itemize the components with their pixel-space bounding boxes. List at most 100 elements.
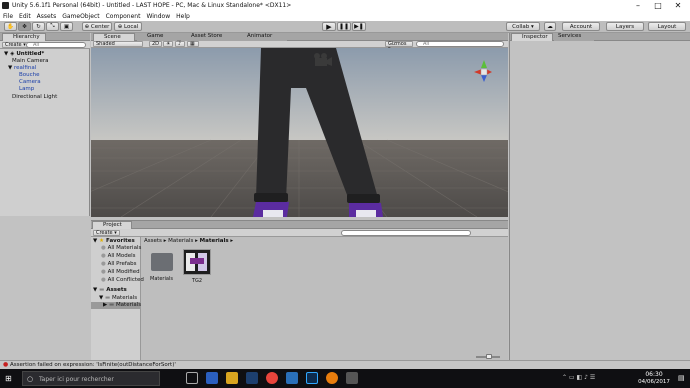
tg2-texture-thumbnail[interactable] — [183, 249, 211, 275]
minimize-button[interactable]: – — [628, 0, 648, 11]
scene-view[interactable] — [91, 48, 508, 217]
menu-file[interactable]: File — [3, 13, 13, 20]
task-view-icon[interactable] — [186, 372, 198, 384]
audio-toggle[interactable]: ♪ — [175, 41, 185, 47]
hierarchy-item-bouche[interactable]: Bouche — [19, 72, 40, 78]
pause-button[interactable]: ❚❚ — [337, 22, 351, 31]
hierarchy-item-realfinal[interactable]: ▼ realfinal — [8, 65, 36, 71]
menu-edit[interactable]: Edit — [19, 13, 31, 20]
effects-toggle[interactable]: ▦ — [187, 41, 199, 47]
taskbar-date[interactable]: 04/06/2017 — [636, 379, 672, 385]
blender-icon[interactable] — [326, 372, 338, 384]
windows-start-icon[interactable]: ⊞ — [5, 374, 12, 383]
project-create-button[interactable]: Create ▾ — [93, 230, 120, 236]
maximize-button[interactable]: □ — [648, 0, 668, 11]
layout-button[interactable]: Layout — [648, 22, 686, 31]
account-button[interactable]: Account — [562, 22, 600, 31]
hierarchy-create-button[interactable]: Create ▾ — [2, 42, 29, 48]
ground-plane — [91, 140, 508, 217]
taskbar-time[interactable]: 06:30 — [640, 371, 668, 378]
project-search-input[interactable] — [341, 230, 471, 236]
menu-window[interactable]: Window — [146, 13, 170, 20]
tree-folder-materials-selected[interactable]: ▶ ▬ Materials — [91, 302, 141, 309]
main-toolbar: ✋ ✥ ↻ ⤡ ▣ ⊕ Center ⊕ Local ▶ ❚❚ ▶❚ Colla… — [0, 21, 690, 33]
project-toolbar: Create ▾ — [91, 229, 508, 237]
collab-button[interactable]: Collab ▾ — [506, 22, 540, 31]
favorite-all-conflicted[interactable]: ● All Conflicted — [101, 277, 144, 283]
menu-assets[interactable]: Assets — [37, 13, 57, 20]
scene-search-input[interactable]: All — [416, 41, 504, 47]
taskbar-search-input[interactable]: ○ Taper ici pour rechercher — [22, 371, 160, 386]
scene-root[interactable]: ▼ ◈ Untitled* — [4, 51, 44, 57]
tab-project[interactable]: Project — [92, 221, 132, 229]
unity-icon[interactable] — [346, 372, 358, 384]
hierarchy-item-directional-light[interactable]: Directional Light — [12, 94, 57, 100]
shading-mode-dropdown[interactable]: Shaded — [93, 41, 143, 47]
tab-animator[interactable]: Animator — [237, 33, 287, 41]
sun-icon: ☀ — [166, 41, 171, 47]
unity-logo-icon — [2, 2, 9, 9]
photoshop-icon[interactable] — [306, 372, 318, 384]
favorite-label: All Prefabs — [107, 261, 137, 267]
hierarchy-item-lamp[interactable]: Lamp — [19, 86, 34, 92]
favorites-label: Favorites — [106, 238, 135, 244]
cloud-button[interactable]: ☁ — [544, 22, 556, 31]
hierarchy-panel: Hierarchy Create ▾ All ▼ ◈ Untitled* Mai… — [0, 33, 90, 216]
breadcrumb-current[interactable]: Materials — [200, 238, 229, 244]
tab-inspector[interactable]: Inspector — [511, 33, 553, 41]
favorite-all-materials[interactable]: ● All Materials — [101, 245, 141, 251]
store-icon[interactable] — [286, 372, 298, 384]
tree-folder-materials[interactable]: ▼ ▬ Materials — [99, 295, 137, 301]
tab-hierarchy[interactable]: Hierarchy — [2, 33, 46, 41]
breadcrumb-assets[interactable]: Assets — [144, 238, 162, 244]
move-tool-button[interactable]: ✥ — [18, 22, 31, 31]
favorites-header[interactable]: ▼ ★ Favorites — [93, 238, 135, 244]
close-button[interactable]: ✕ — [668, 0, 688, 11]
play-icon: ▶ — [326, 22, 332, 31]
favorite-all-modified[interactable]: ● All Modified — [101, 269, 140, 275]
lighting-toggle[interactable]: ☀ — [163, 41, 173, 47]
hierarchy-search-input[interactable]: All — [26, 42, 86, 48]
breadcrumb-materials[interactable]: Materials — [168, 238, 193, 244]
notification-icon[interactable]: ▤ — [678, 374, 685, 382]
scale-tool-button[interactable]: ⤡ — [46, 22, 59, 31]
hierarchy-item-camera[interactable]: Camera — [19, 79, 41, 85]
slider-handle[interactable] — [486, 354, 492, 359]
hierarchy-item-main-camera[interactable]: Main Camera — [12, 58, 48, 64]
tab-services[interactable]: Services — [554, 33, 594, 41]
step-icon: ▶❚ — [354, 23, 364, 30]
account-label: Account — [569, 23, 593, 30]
file-explorer-icon[interactable] — [226, 372, 238, 384]
pivot-local-button[interactable]: ⊕ Local — [114, 22, 142, 31]
tab-game[interactable]: Game — [137, 33, 177, 41]
move-icon: ✥ — [22, 23, 27, 30]
favorite-all-prefabs[interactable]: ● All Prefabs — [101, 261, 137, 267]
layers-label: Layers — [615, 23, 635, 30]
menu-component[interactable]: Component — [106, 13, 141, 20]
assets-header[interactable]: ▼ ▬ Assets — [93, 287, 127, 293]
edge-icon[interactable] — [206, 372, 218, 384]
status-bar[interactable]: ● Assertion failed on expression: 'IsFin… — [0, 360, 690, 369]
materials-folder-icon[interactable] — [151, 253, 173, 271]
system-tray-icons[interactable]: ⌃ ▭ ◧ ♪ ☰ — [562, 374, 595, 381]
play-button[interactable]: ▶ — [322, 22, 336, 31]
hand-tool-button[interactable]: ✋ — [4, 22, 17, 31]
rect-tool-button[interactable]: ▣ — [60, 22, 73, 31]
2d-toggle[interactable]: 2D — [149, 41, 163, 47]
gizmos-dropdown[interactable]: Gizmos ▾ — [385, 41, 413, 52]
step-button[interactable]: ▶❚ — [352, 22, 366, 31]
inspector-header: Inspector Services — [510, 33, 690, 41]
pivot-center-button[interactable]: ⊕ Center — [82, 22, 112, 31]
layers-button[interactable]: Layers — [606, 22, 644, 31]
chrome-icon[interactable] — [266, 372, 278, 384]
favorite-all-models[interactable]: ● All Models — [101, 253, 136, 259]
favorite-label: All Modified — [107, 269, 140, 275]
thumbnail-size-slider[interactable] — [476, 354, 500, 359]
rotate-tool-button[interactable]: ↻ — [32, 22, 45, 31]
scene-toolbar: Shaded 2D ☀ ♪ ▦ Gizmos ▾ All — [91, 41, 508, 52]
tab-scene[interactable]: Scene — [93, 33, 135, 41]
menu-gameobject[interactable]: GameObject — [62, 13, 99, 20]
steam-icon[interactable] — [246, 372, 258, 384]
tab-asset-store[interactable]: Asset Store — [181, 33, 237, 41]
menu-help[interactable]: Help — [176, 13, 190, 20]
